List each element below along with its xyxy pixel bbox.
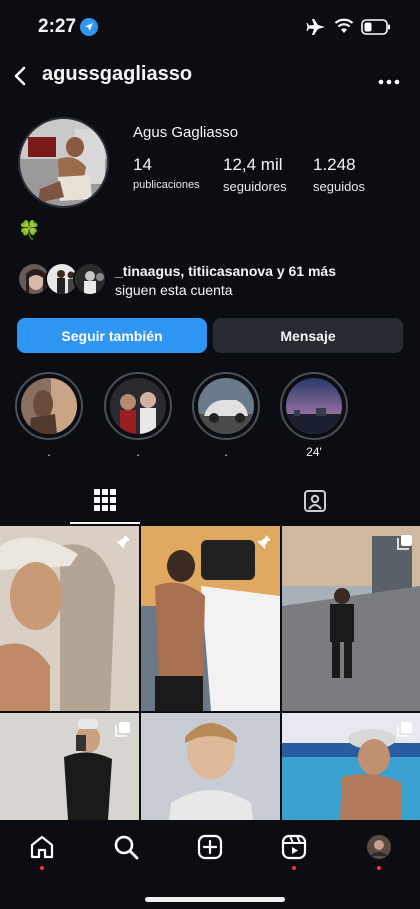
carousel-icon bbox=[115, 721, 131, 742]
grid-icon bbox=[94, 488, 116, 516]
location-arrow-icon bbox=[80, 18, 98, 41]
search-icon bbox=[113, 834, 139, 865]
post-thumbnail[interactable] bbox=[141, 526, 280, 711]
tab-tagged[interactable] bbox=[280, 482, 350, 524]
search-tab[interactable] bbox=[111, 834, 141, 864]
profile-tab[interactable] bbox=[364, 834, 394, 864]
reels-tab[interactable] bbox=[279, 834, 309, 864]
posts-count-label: publicaciones bbox=[133, 179, 200, 191]
highlight-label: . bbox=[136, 445, 140, 459]
add-post-icon bbox=[197, 834, 223, 865]
post-thumbnail[interactable] bbox=[282, 526, 420, 711]
posts-grid bbox=[0, 526, 420, 820]
reels-icon bbox=[281, 834, 307, 865]
highlight-cover bbox=[286, 378, 342, 434]
followers-count-value: 12,4 mil bbox=[223, 155, 283, 174]
home-tab[interactable] bbox=[27, 834, 57, 864]
followers-count[interactable]: 12,4 mil seguidores bbox=[223, 155, 287, 194]
profile-content-tabs bbox=[0, 482, 420, 524]
status-bar: 2:27 bbox=[0, 0, 420, 56]
profile-username: agussgagliasso bbox=[42, 63, 193, 85]
story-highlight[interactable]: 24' bbox=[280, 372, 348, 459]
home-indicator bbox=[145, 897, 285, 902]
status-time: 2:27 bbox=[38, 16, 77, 37]
tagged-person-icon bbox=[303, 489, 327, 518]
following-count-label: seguidos bbox=[313, 179, 366, 194]
mutual-followers-names: _tinaagus, titiicasanova bbox=[115, 263, 273, 279]
bottom-tab-bar bbox=[0, 820, 420, 909]
highlight-label: . bbox=[47, 445, 51, 459]
pinned-icon bbox=[115, 534, 131, 555]
carousel-icon bbox=[397, 721, 413, 742]
following-count-value: 1.248 bbox=[313, 155, 356, 174]
back-chevron-icon[interactable] bbox=[10, 64, 32, 93]
wifi-icon bbox=[334, 18, 354, 39]
story-highlight[interactable]: . bbox=[104, 372, 172, 459]
posts-count-value: 14 bbox=[133, 155, 152, 174]
post-thumbnail[interactable] bbox=[0, 526, 139, 711]
battery-icon bbox=[361, 19, 391, 40]
tab-posts-grid[interactable] bbox=[70, 482, 140, 524]
highlight-cover bbox=[198, 378, 254, 434]
airplane-mode-icon bbox=[306, 18, 326, 41]
pinned-icon bbox=[256, 534, 272, 555]
followers-count-label: seguidores bbox=[223, 179, 287, 194]
mutual-followers-line2: siguen esta cuenta bbox=[115, 282, 233, 298]
bio-clover-emoji: 🍀 bbox=[18, 220, 41, 240]
highlight-cover bbox=[21, 378, 77, 434]
mutual-followers-suffix: y 61 más bbox=[272, 263, 337, 279]
story-highlight[interactable]: . bbox=[15, 372, 83, 459]
message-button[interactable]: Mensaje bbox=[213, 318, 403, 353]
highlight-cover bbox=[110, 378, 166, 434]
following-count[interactable]: 1.248 seguidos bbox=[313, 155, 365, 194]
highlight-label: . bbox=[224, 445, 228, 459]
posts-count[interactable]: 14 publicaciones bbox=[133, 155, 200, 191]
profile-header: agussgagliasso bbox=[0, 56, 420, 96]
profile-tab-avatar bbox=[366, 834, 392, 865]
mutual-avatar bbox=[73, 262, 107, 296]
story-highlight[interactable]: . bbox=[192, 372, 260, 459]
mutual-followers-text[interactable]: _tinaagus, titiicasanova y 61 más siguen… bbox=[115, 262, 336, 300]
profile-notification-dot bbox=[377, 866, 381, 870]
highlight-label: 24' bbox=[306, 445, 322, 459]
profile-avatar[interactable] bbox=[18, 117, 109, 208]
mutual-followers-avatars[interactable] bbox=[17, 262, 109, 298]
home-notification-dot bbox=[40, 866, 44, 870]
more-options-icon[interactable] bbox=[378, 72, 400, 90]
home-icon bbox=[29, 834, 55, 865]
follow-button[interactable]: Seguir también bbox=[17, 318, 207, 353]
reels-notification-dot bbox=[292, 866, 296, 870]
create-tab[interactable] bbox=[195, 834, 225, 864]
profile-full-name: Agus Gagliasso bbox=[133, 124, 239, 141]
carousel-icon bbox=[397, 534, 413, 555]
